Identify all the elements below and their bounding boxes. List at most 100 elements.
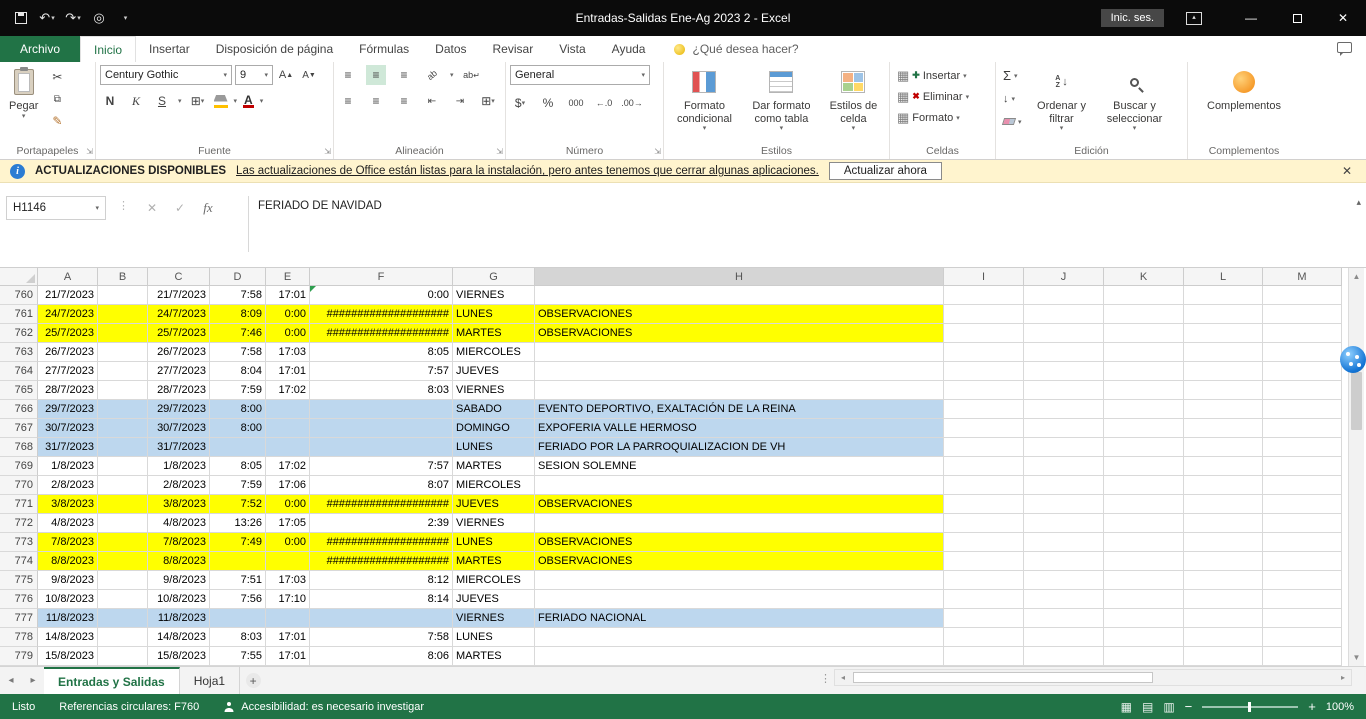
cell-D766[interactable]: 8:00 xyxy=(210,400,266,419)
align-middle-icon[interactable]: ≡ xyxy=(366,65,386,85)
cell-K761[interactable] xyxy=(1104,305,1184,324)
cell-K770[interactable] xyxy=(1104,476,1184,495)
fill-color-dropdown[interactable]: ▾ xyxy=(234,97,238,105)
cell-G770[interactable]: MIERCOLES xyxy=(453,476,535,495)
cell-H769[interactable]: SESION SOLEMNE xyxy=(535,457,944,476)
cell-E775[interactable]: 17:03 xyxy=(266,571,310,590)
customize-quick-access-icon[interactable]: ▾ xyxy=(114,6,136,30)
ribbon-tab-insertar[interactable]: Insertar xyxy=(136,36,203,62)
cell-I772[interactable] xyxy=(944,514,1024,533)
cell-A767[interactable]: 30/7/2023 xyxy=(38,419,98,438)
cell-G772[interactable]: VIERNES xyxy=(453,514,535,533)
addins-button[interactable]: Complementos xyxy=(1202,65,1286,115)
cell-I767[interactable] xyxy=(944,419,1024,438)
ribbon-tab-datos[interactable]: Datos xyxy=(422,36,479,62)
cell-L766[interactable] xyxy=(1184,400,1263,419)
row-header-777[interactable]: 777 xyxy=(0,609,38,628)
cell-C763[interactable]: 26/7/2023 xyxy=(148,343,210,362)
scroll-left-icon[interactable]: ◂ xyxy=(835,673,851,682)
cell-G771[interactable]: JUEVES xyxy=(453,495,535,514)
cell-M769[interactable] xyxy=(1263,457,1342,476)
cell-D761[interactable]: 8:09 xyxy=(210,305,266,324)
collapse-formula-bar-icon[interactable]: ▴ xyxy=(1356,197,1361,208)
cell-L760[interactable] xyxy=(1184,286,1263,305)
cell-E772[interactable]: 17:05 xyxy=(266,514,310,533)
cell-F770[interactable]: 8:07 xyxy=(310,476,453,495)
cell-J778[interactable] xyxy=(1024,628,1104,647)
cell-A770[interactable]: 2/8/2023 xyxy=(38,476,98,495)
cell-K779[interactable] xyxy=(1104,647,1184,666)
merge-center-icon[interactable]: ⊞▾ xyxy=(478,91,498,111)
cell-L773[interactable] xyxy=(1184,533,1263,552)
cell-G768[interactable]: LUNES xyxy=(453,438,535,457)
font-color-icon[interactable]: A xyxy=(243,95,254,108)
cell-E761[interactable]: 0:00 xyxy=(266,305,310,324)
column-header-F[interactable]: F xyxy=(310,268,453,286)
row-header-772[interactable]: 772 xyxy=(0,514,38,533)
ribbon-tab-disposici-n-de-p-gina[interactable]: Disposición de página xyxy=(203,36,346,62)
cell-D772[interactable]: 13:26 xyxy=(210,514,266,533)
cell-L763[interactable] xyxy=(1184,343,1263,362)
cell-M761[interactable] xyxy=(1263,305,1342,324)
cell-A760[interactable]: 21/7/2023 xyxy=(38,286,98,305)
decrease-indent-icon[interactable]: ⇤ xyxy=(422,91,442,111)
cell-G760[interactable]: VIERNES xyxy=(453,286,535,305)
cell-M778[interactable] xyxy=(1263,628,1342,647)
cell-K760[interactable] xyxy=(1104,286,1184,305)
undo-icon[interactable]: ↶▾ xyxy=(36,6,58,30)
cell-L764[interactable] xyxy=(1184,362,1263,381)
cell-C768[interactable]: 31/7/2023 xyxy=(148,438,210,457)
cell-K763[interactable] xyxy=(1104,343,1184,362)
align-center-icon[interactable]: ≡ xyxy=(366,91,386,111)
cell-I765[interactable] xyxy=(944,381,1024,400)
cell-F775[interactable]: 8:12 xyxy=(310,571,453,590)
conditional-formatting-button[interactable]: Formato condicional▾ xyxy=(668,65,741,135)
column-header-C[interactable]: C xyxy=(148,268,210,286)
cell-I766[interactable] xyxy=(944,400,1024,419)
decrease-decimal-icon[interactable]: .00→ xyxy=(622,93,642,113)
cell-G776[interactable]: JUEVES xyxy=(453,590,535,609)
vertical-scrollbar[interactable]: ▲ ▼ xyxy=(1348,268,1364,666)
cell-I774[interactable] xyxy=(944,552,1024,571)
floating-addin-icon[interactable] xyxy=(1340,346,1366,373)
cell-I760[interactable] xyxy=(944,286,1024,305)
cell-M764[interactable] xyxy=(1263,362,1342,381)
cell-I771[interactable] xyxy=(944,495,1024,514)
cell-L777[interactable] xyxy=(1184,609,1263,628)
cell-D777[interactable] xyxy=(210,609,266,628)
cell-C761[interactable]: 24/7/2023 xyxy=(148,305,210,324)
cell-G779[interactable]: MARTES xyxy=(453,647,535,666)
cell-F771[interactable]: #################### xyxy=(310,495,453,514)
cell-J767[interactable] xyxy=(1024,419,1104,438)
sheet-nav-right-icon[interactable]: ▸ xyxy=(22,667,44,694)
cell-A776[interactable]: 10/8/2023 xyxy=(38,590,98,609)
cell-D775[interactable]: 7:51 xyxy=(210,571,266,590)
column-header-K[interactable]: K xyxy=(1104,268,1184,286)
cell-B760[interactable] xyxy=(98,286,148,305)
scroll-up-icon[interactable]: ▲ xyxy=(1349,268,1364,285)
ribbon-tab-revisar[interactable]: Revisar xyxy=(480,36,547,62)
cell-M776[interactable] xyxy=(1263,590,1342,609)
underline-button[interactable]: S xyxy=(152,91,172,111)
clipboard-dialog-launcher[interactable]: ⇲ xyxy=(86,147,93,156)
row-header-760[interactable]: 760 xyxy=(0,286,38,305)
cell-M767[interactable] xyxy=(1263,419,1342,438)
wrap-text-icon[interactable]: ab↵ xyxy=(462,65,482,85)
cell-K773[interactable] xyxy=(1104,533,1184,552)
cell-I773[interactable] xyxy=(944,533,1024,552)
cell-D763[interactable]: 7:58 xyxy=(210,343,266,362)
cell-G774[interactable]: MARTES xyxy=(453,552,535,571)
cell-F761[interactable]: #################### xyxy=(310,305,453,324)
vertical-scroll-thumb[interactable] xyxy=(1351,372,1362,430)
cell-C776[interactable]: 10/8/2023 xyxy=(148,590,210,609)
cell-J768[interactable] xyxy=(1024,438,1104,457)
cell-F769[interactable]: 7:57 xyxy=(310,457,453,476)
cell-B777[interactable] xyxy=(98,609,148,628)
cell-A771[interactable]: 3/8/2023 xyxy=(38,495,98,514)
cell-H779[interactable] xyxy=(535,647,944,666)
cell-D770[interactable]: 7:59 xyxy=(210,476,266,495)
normal-view-icon[interactable]: ▦ xyxy=(1121,700,1132,714)
cell-E763[interactable]: 17:03 xyxy=(266,343,310,362)
column-header-G[interactable]: G xyxy=(453,268,535,286)
tell-me-search[interactable]: ¿Qué desea hacer? xyxy=(674,36,798,62)
